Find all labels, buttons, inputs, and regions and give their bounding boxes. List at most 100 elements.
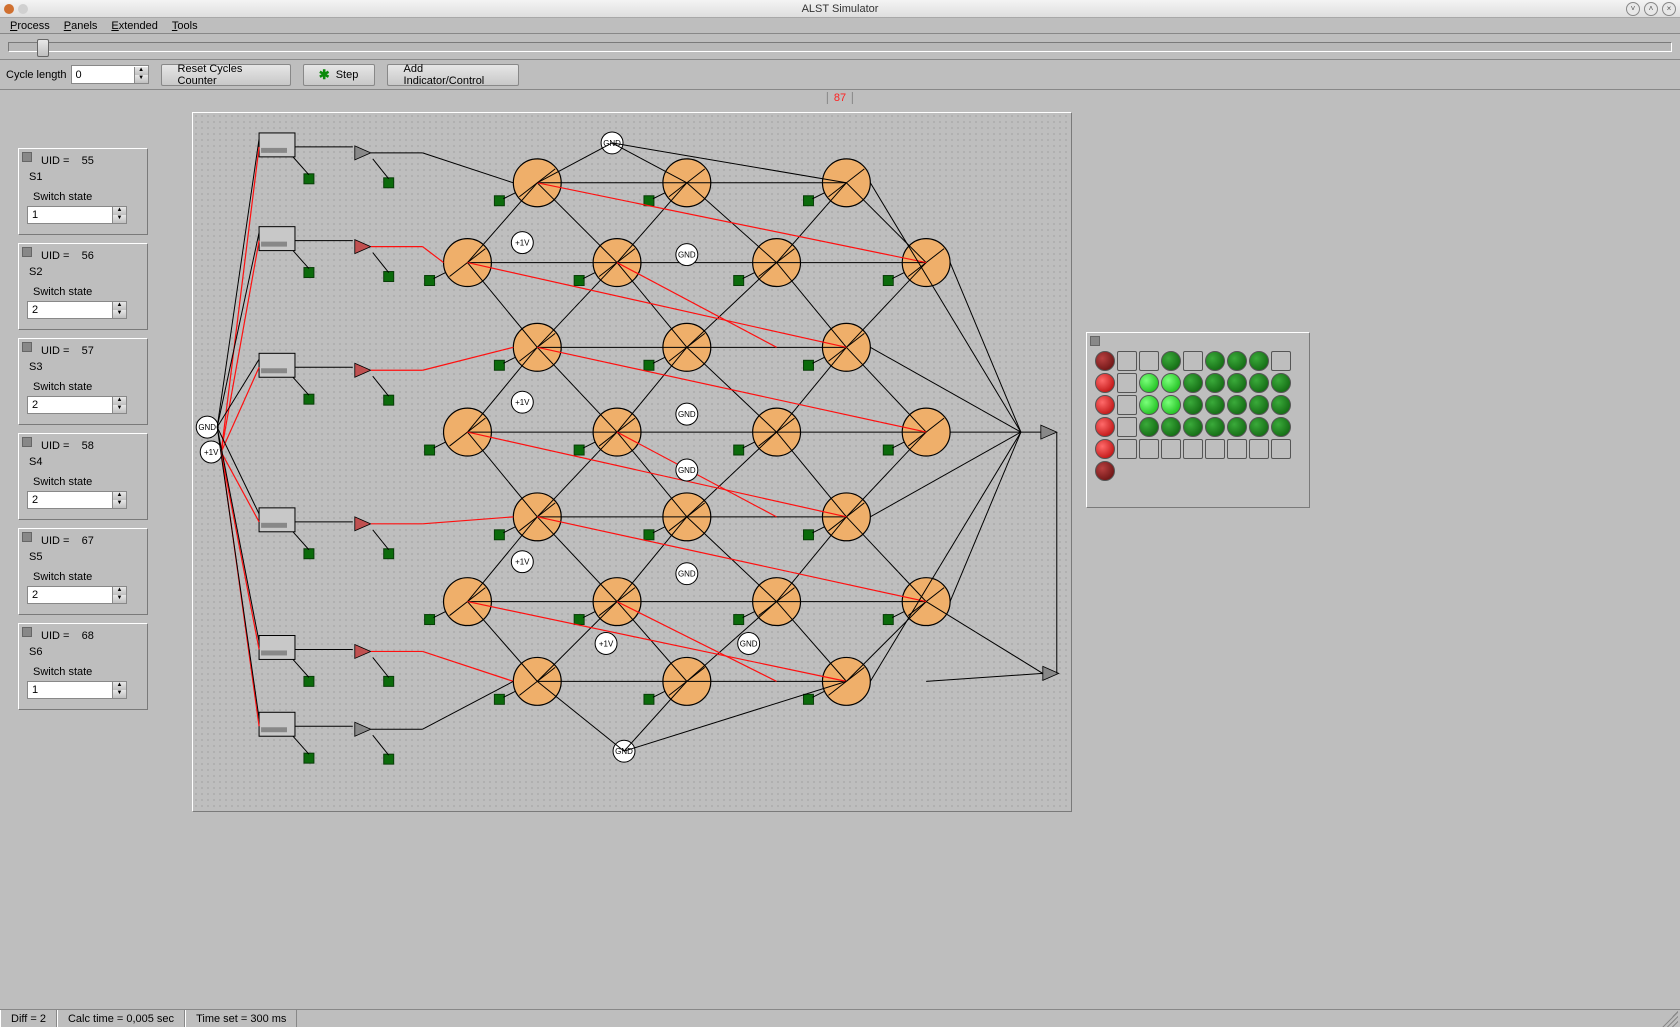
switch-state-spinner[interactable]: ▲▼	[27, 396, 127, 414]
cycle-length-input[interactable]	[72, 66, 134, 83]
status-time-set: Time set = 300 ms	[185, 1010, 297, 1027]
spin-up-icon[interactable]: ▲	[112, 587, 126, 595]
menu-tools[interactable]: Tools	[166, 19, 204, 33]
svg-text:GND: GND	[615, 747, 633, 756]
switch-state-input[interactable]	[28, 207, 112, 222]
led-grn	[1161, 373, 1181, 393]
menu-panels[interactable]: Panels	[58, 19, 104, 33]
switch-state-input[interactable]	[28, 492, 112, 507]
switch-block-s6[interactable]: UID = 68 S6 Switch state ▲▼	[18, 623, 148, 710]
uid-line: UID = 58	[41, 440, 139, 452]
switch-name: S5	[29, 551, 139, 563]
switch-state-spinner[interactable]: ▲▼	[27, 586, 127, 604]
spin-down-icon[interactable]: ▼	[134, 75, 148, 83]
switch-state-spinner[interactable]: ▲▼	[27, 681, 127, 699]
spin-up-icon[interactable]: ▲	[112, 207, 126, 215]
spin-down-icon[interactable]: ▼	[112, 500, 126, 508]
spin-down-icon[interactable]: ▼	[112, 405, 126, 413]
spin-up-icon[interactable]: ▲	[112, 492, 126, 500]
svg-text:GND: GND	[678, 410, 696, 419]
led-off	[1161, 439, 1181, 459]
menu-extended[interactable]: Extended	[105, 19, 164, 33]
led-red	[1095, 373, 1115, 393]
switch-block-s1[interactable]: UID = 55 S1 Switch state ▲▼	[18, 148, 148, 235]
switch-name: S3	[29, 361, 139, 373]
spin-up-icon[interactable]: ▲	[112, 302, 126, 310]
led-off	[1183, 439, 1203, 459]
drag-grip-icon[interactable]	[22, 437, 32, 447]
led-red	[1095, 395, 1115, 415]
switch-block-s5[interactable]: UID = 67 S5 Switch state ▲▼	[18, 528, 148, 615]
cycle-counter: 87	[827, 92, 853, 104]
drag-grip-icon[interactable]	[22, 247, 32, 257]
led-dgrn	[1271, 373, 1291, 393]
led-off	[1227, 439, 1247, 459]
led-dgrn	[1161, 351, 1181, 371]
led-dgrn	[1183, 395, 1203, 415]
drag-grip-icon[interactable]	[22, 532, 32, 542]
led-dgrn	[1161, 417, 1181, 437]
led-red	[1095, 417, 1115, 437]
switch-state-spinner[interactable]: ▲▼	[27, 206, 127, 224]
led-indicator-panel[interactable]	[1086, 332, 1310, 508]
drag-grip-icon[interactable]	[1090, 336, 1100, 346]
switch-state-label: Switch state	[33, 666, 139, 678]
app-icon-secondary	[18, 4, 28, 14]
switch-state-input[interactable]	[28, 587, 112, 602]
svg-text:GND: GND	[678, 570, 696, 579]
switch-block-s4[interactable]: UID = 58 S4 Switch state ▲▼	[18, 433, 148, 520]
statusbar: Diff = 2 Calc time = 0,005 sec Time set …	[0, 1009, 1680, 1027]
switch-name: S2	[29, 266, 139, 278]
maximize-icon[interactable]: ˄	[1644, 2, 1658, 16]
led-off	[1271, 351, 1291, 371]
circuit-canvas[interactable]: GND+1VGNDGNDGNDGNDGNDGNDGND+1V+1V+1V+1V	[192, 112, 1072, 812]
resize-grip-icon[interactable]	[1662, 1011, 1678, 1027]
led-dred	[1095, 351, 1115, 371]
led-dgrn	[1205, 395, 1225, 415]
spin-up-icon[interactable]: ▲	[112, 397, 126, 405]
minimize-icon[interactable]: ˅	[1626, 2, 1640, 16]
close-icon[interactable]: ×	[1662, 2, 1676, 16]
svg-text:+1V: +1V	[515, 239, 530, 248]
cycle-length-label: Cycle length	[6, 69, 67, 81]
speed-slider-handle[interactable]	[37, 39, 49, 57]
drag-grip-icon[interactable]	[22, 342, 32, 352]
led-dgrn	[1227, 373, 1247, 393]
main-area: 87 UID = 55 S1 Switch state ▲▼ UID = 56 …	[0, 90, 1680, 1009]
spin-down-icon[interactable]: ▼	[112, 595, 126, 603]
speed-slider[interactable]	[8, 42, 1672, 52]
switch-state-spinner[interactable]: ▲▼	[27, 491, 127, 509]
led-red	[1095, 439, 1115, 459]
spin-down-icon[interactable]: ▼	[112, 690, 126, 698]
switch-state-input[interactable]	[28, 682, 112, 697]
led-dgrn	[1183, 417, 1203, 437]
run-icon: ✱	[319, 67, 330, 83]
switch-block-s2[interactable]: UID = 56 S2 Switch state ▲▼	[18, 243, 148, 330]
switch-state-spinner[interactable]: ▲▼	[27, 301, 127, 319]
switch-state-input[interactable]	[28, 302, 112, 317]
switch-block-s3[interactable]: UID = 57 S3 Switch state ▲▼	[18, 338, 148, 425]
led-off	[1117, 395, 1137, 415]
add-indicator-button[interactable]: Add Indicator/Control	[387, 64, 519, 86]
switch-state-label: Switch state	[33, 286, 139, 298]
window-title: ALST Simulator	[802, 3, 879, 15]
switch-state-label: Switch state	[33, 191, 139, 203]
spin-down-icon[interactable]: ▼	[112, 215, 126, 223]
svg-text:+1V: +1V	[515, 398, 530, 407]
drag-grip-icon[interactable]	[22, 627, 32, 637]
cycle-length-spinner[interactable]: ▲ ▼	[71, 65, 149, 84]
speed-slider-bar	[0, 34, 1680, 60]
reset-cycles-button[interactable]: Reset Cycles Counter	[161, 64, 291, 86]
led-dred	[1095, 461, 1115, 481]
menu-process[interactable]: Process	[4, 19, 56, 33]
spin-up-icon[interactable]: ▲	[112, 682, 126, 690]
led-off	[1117, 439, 1137, 459]
spin-down-icon[interactable]: ▼	[112, 310, 126, 318]
uid-line: UID = 55	[41, 155, 139, 167]
switch-state-input[interactable]	[28, 397, 112, 412]
drag-grip-icon[interactable]	[22, 152, 32, 162]
step-button[interactable]: ✱ Step	[303, 64, 375, 86]
spin-up-icon[interactable]: ▲	[134, 67, 148, 75]
led-off	[1183, 351, 1203, 371]
svg-text:+1V: +1V	[204, 448, 219, 457]
